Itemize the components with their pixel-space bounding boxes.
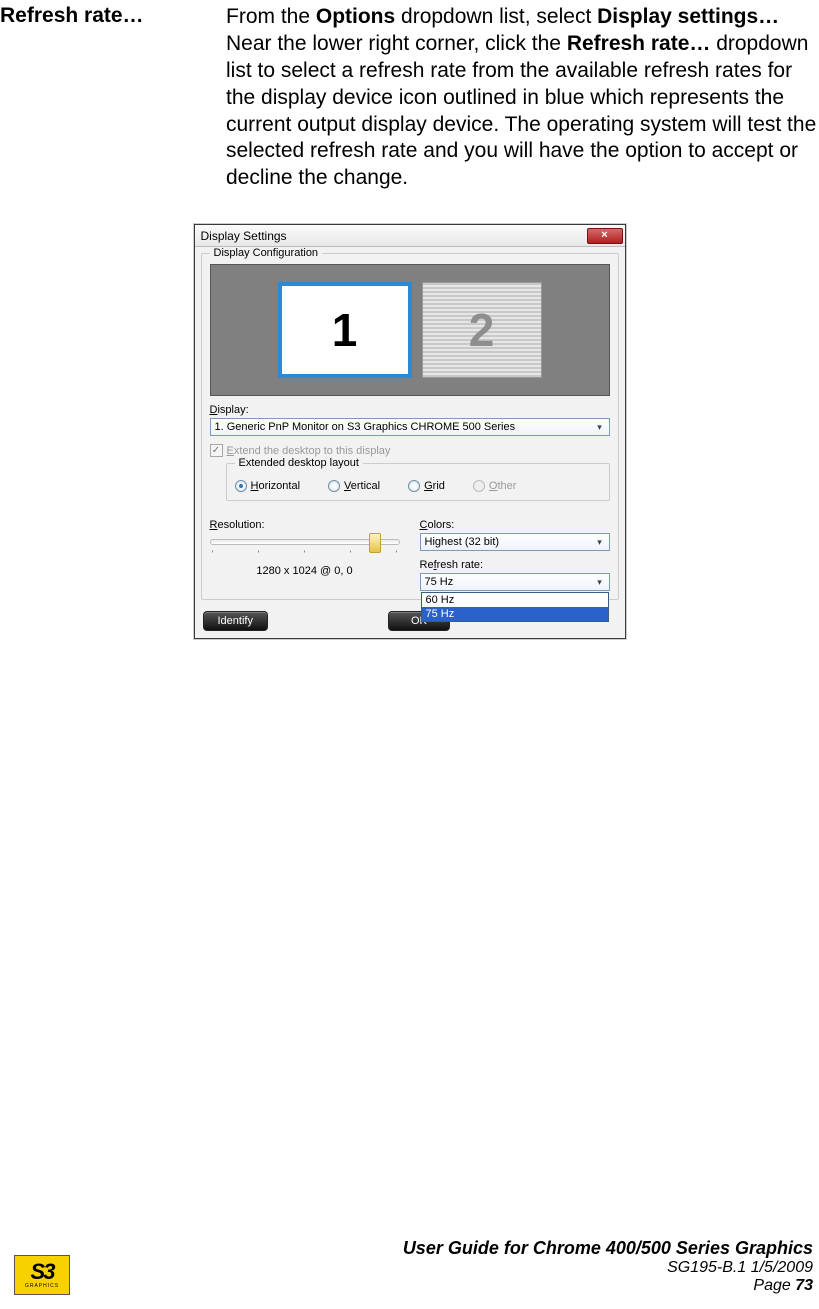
colors-dropdown[interactable]: Highest (32 bit) ▾ xyxy=(420,533,610,551)
text-bold: Options xyxy=(316,5,395,28)
text: olors: xyxy=(427,519,454,531)
page-number: 73 xyxy=(795,1277,813,1294)
close-icon: × xyxy=(601,230,607,241)
footer-page: Page 73 xyxy=(403,1277,813,1295)
identify-button[interactable]: Identify xyxy=(203,611,268,631)
text: xtend the desktop to this display xyxy=(234,445,391,457)
display-dropdown[interactable]: 1. Generic PnP Monitor on S3 Graphics CH… xyxy=(210,418,610,436)
text: V xyxy=(344,480,351,492)
radio-grid[interactable]: Grid xyxy=(408,480,445,492)
text: ertical xyxy=(351,480,380,492)
slider-thumb[interactable] xyxy=(369,533,381,553)
text: isplay: xyxy=(217,404,248,416)
refresh-rate-label: Refresh rate: xyxy=(420,559,610,571)
dialog-titlebar: Display Settings × xyxy=(195,225,625,247)
radio-icon xyxy=(235,480,247,492)
display-dropdown-value: 1. Generic PnP Monitor on S3 Graphics CH… xyxy=(215,421,516,433)
footer-title: User Guide for Chrome 400/500 Series Gra… xyxy=(403,1238,813,1259)
refresh-option-75hz[interactable]: 75 Hz xyxy=(422,607,608,621)
refresh-option-60hz[interactable]: 60 Hz xyxy=(422,593,608,607)
resolution-label: Resolution: xyxy=(210,519,400,531)
text: ther xyxy=(497,480,516,492)
logo-text: S3 xyxy=(31,1261,54,1283)
chevron-down-icon: ▾ xyxy=(593,535,607,549)
text-bold: Refresh rate… xyxy=(567,32,711,55)
group-title: Display Configuration xyxy=(210,247,323,259)
text: rid xyxy=(433,480,445,492)
radio-icon xyxy=(328,480,340,492)
dialog-title: Display Settings xyxy=(201,229,287,243)
monitor-arrangement-area[interactable]: 1 2 xyxy=(210,264,610,396)
chevron-down-icon: ▾ xyxy=(593,420,607,434)
refresh-rate-dropdown[interactable]: 75 Hz ▾ 60 Hz 75 Hz xyxy=(420,573,610,591)
text: orizontal xyxy=(258,480,300,492)
radio-icon xyxy=(473,480,485,492)
text: esolution: xyxy=(217,519,264,531)
extend-desktop-checkbox: ✓ Extend the desktop to this display xyxy=(210,444,610,457)
refresh-rate-options: 60 Hz 75 Hz xyxy=(421,592,609,622)
close-button[interactable]: × xyxy=(587,228,623,244)
display-configuration-group: Display Configuration 1 2 Display: 1. Ge… xyxy=(201,253,619,600)
resolution-slider[interactable] xyxy=(210,539,400,545)
text: dropdown list to select a refresh rate f… xyxy=(226,32,816,189)
refresh-rate-value: 75 Hz xyxy=(425,576,454,588)
display-settings-dialog: Display Settings × Display Configuration… xyxy=(194,224,626,639)
monitor-2[interactable]: 2 xyxy=(422,282,542,378)
s3-logo: S3 GRAPHICS xyxy=(14,1255,70,1295)
text: dropdown list, select xyxy=(395,5,597,28)
extended-layout-group: Extended desktop layout Horizontal Verti… xyxy=(226,463,610,501)
colors-label: Colors: xyxy=(420,519,610,531)
text: G xyxy=(424,480,433,492)
logo-subtext: GRAPHICS xyxy=(25,1283,59,1289)
entry-description: From the Options dropdown list, select D… xyxy=(226,4,819,192)
monitor-1[interactable]: 1 xyxy=(278,282,412,378)
radio-icon xyxy=(408,480,420,492)
radio-vertical[interactable]: Vertical xyxy=(328,480,380,492)
text: Re xyxy=(420,559,434,571)
text: E xyxy=(227,445,234,457)
radio-horizontal[interactable]: Horizontal xyxy=(235,480,301,492)
colors-value: Highest (32 bit) xyxy=(425,536,500,548)
display-label: Display: xyxy=(210,404,610,416)
text-bold: Display settings… xyxy=(597,5,779,28)
radio-other: Other xyxy=(473,480,517,492)
checkbox-icon: ✓ xyxy=(210,444,223,457)
footer-docinfo: SG195-B.1 1/5/2009 xyxy=(403,1259,813,1277)
text: Page xyxy=(753,1277,795,1294)
text: From the xyxy=(226,5,316,28)
group-title: Extended desktop layout xyxy=(235,457,363,469)
text: resh rate: xyxy=(437,559,483,571)
chevron-down-icon: ▾ xyxy=(593,575,607,589)
resolution-value: 1280 x 1024 @ 0, 0 xyxy=(210,565,400,577)
page-footer: S3 GRAPHICS User Guide for Chrome 400/50… xyxy=(0,1238,819,1295)
text: Near the lower right corner, click the xyxy=(226,32,567,55)
entry-term: Refresh rate… xyxy=(0,4,226,28)
